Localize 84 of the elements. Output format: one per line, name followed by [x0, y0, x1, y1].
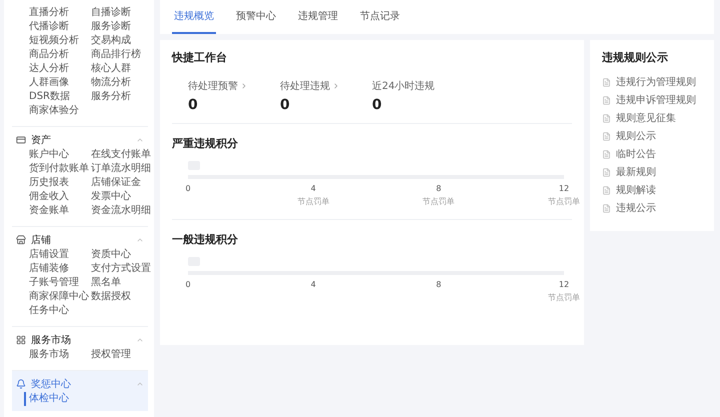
document-icon — [602, 114, 611, 122]
tick-label: 12 — [558, 184, 570, 193]
menu-item[interactable]: 商品分析 — [24, 48, 86, 62]
menu-item[interactable]: 佣金收入 — [24, 190, 86, 204]
menu-item[interactable]: 子账号管理 — [24, 276, 86, 290]
menu-item[interactable]: 资金账单 — [24, 204, 86, 218]
section-title: 严重违规积分 — [172, 136, 239, 151]
chevron-right-icon[interactable] — [240, 82, 248, 90]
section-title[interactable]: 店铺 — [31, 232, 131, 246]
tick-label: 4 — [310, 280, 316, 289]
document-icon — [602, 204, 611, 212]
menu-item[interactable]: 体检中心 — [24, 392, 86, 406]
menu-item[interactable]: 服务诊断 — [86, 20, 148, 34]
section-title[interactable]: 资产 — [31, 132, 131, 146]
document-icon — [602, 78, 611, 86]
menu-item[interactable]: 达人分析 — [24, 62, 86, 76]
document-icon — [602, 186, 611, 194]
stat-label[interactable]: 近24小时违规 — [372, 79, 435, 93]
menu-item[interactable]: 店铺装修 — [24, 262, 86, 276]
rule-link[interactable]: 规则公示 — [616, 129, 656, 143]
tick-label: 0 — [185, 280, 191, 289]
menu-item[interactable]: 交易构成 — [86, 34, 148, 48]
menu-item[interactable]: 商品排行榜 — [86, 48, 148, 62]
menu-item[interactable]: 任务中心 — [24, 304, 86, 318]
tick-label: 8 — [436, 280, 442, 289]
section-title: 违规规则公示 — [602, 50, 669, 65]
menu-item[interactable]: 资金流水明细 — [86, 204, 148, 218]
document-icon — [602, 168, 611, 176]
menu-item[interactable]: 商家体验分 — [24, 104, 86, 118]
section-title[interactable]: 奖惩中心 — [31, 376, 131, 390]
tick-label: 0 — [185, 184, 191, 193]
section-title: 快捷工作台 — [172, 50, 228, 65]
menu-item[interactable]: 资质中心 — [86, 248, 148, 262]
stat-label[interactable]: 待处理违规 — [280, 79, 330, 93]
rule-link[interactable]: 临时公告 — [616, 147, 656, 161]
menu-item[interactable]: 店铺设置 — [24, 248, 86, 262]
tick-note: 节点罚单 — [422, 196, 455, 207]
rule-link[interactable]: 违规行为管理规则 — [616, 75, 696, 89]
rule-link[interactable]: 违规申诉管理规则 — [616, 93, 696, 107]
grid-icon — [16, 334, 26, 344]
tick-note: 节点罚单 — [548, 196, 580, 207]
menu-item[interactable]: 发票中心 — [86, 190, 148, 204]
menu-item[interactable]: 代播诊断 — [24, 20, 86, 34]
bell-icon — [16, 378, 26, 388]
menu-item[interactable]: 自播诊断 — [86, 6, 148, 20]
menu-item[interactable]: 服务分析 — [86, 90, 148, 104]
menu-item[interactable]: 支付方式设置 — [86, 262, 148, 276]
menu-item[interactable]: 人群画像 — [24, 76, 86, 90]
stat-value: 0 — [372, 97, 383, 113]
menu-item[interactable]: 账户中心 — [24, 148, 86, 162]
menu-item[interactable]: 店铺保证金 — [86, 176, 148, 190]
document-icon — [602, 150, 611, 158]
menu-item[interactable]: 直播分析 — [24, 6, 86, 20]
tick-label: 12 — [558, 280, 570, 289]
rule-link[interactable]: 最新规则 — [616, 165, 656, 179]
rule-link[interactable]: 规则解读 — [616, 183, 656, 197]
section-title[interactable]: 服务市场 — [31, 332, 131, 346]
menu-item[interactable]: 核心人群 — [86, 62, 148, 76]
tab[interactable]: 违规概览 — [172, 9, 216, 34]
tick-label: 4 — [310, 184, 316, 193]
shop-icon — [16, 234, 26, 244]
menu-item[interactable]: 黑名单 — [86, 276, 148, 290]
stat-label[interactable]: 待处理预警 — [188, 79, 238, 93]
menu-item[interactable]: 物流分析 — [86, 76, 148, 90]
rule-link[interactable]: 违规公示 — [616, 201, 656, 215]
tick-note: 节点罚单 — [548, 292, 580, 303]
tab[interactable]: 预警中心 — [234, 9, 278, 34]
stat-value: 0 — [188, 97, 199, 113]
chevron-right-icon[interactable] — [332, 82, 340, 90]
tick-note: 节点罚单 — [297, 196, 330, 207]
stat-value: 0 — [280, 97, 291, 113]
menu-item[interactable]: 服务市场 — [24, 348, 86, 362]
section-title: 一般违规积分 — [172, 232, 239, 247]
rule-link[interactable]: 规则意见征集 — [616, 111, 676, 125]
tick-label: 8 — [436, 184, 442, 193]
document-icon — [602, 132, 611, 140]
tab[interactable]: 违规管理 — [296, 9, 340, 34]
card-icon — [16, 134, 26, 144]
document-icon — [602, 96, 611, 104]
tab[interactable]: 节点记录 — [358, 9, 402, 34]
menu-item[interactable]: 短视频分析 — [24, 34, 86, 48]
menu-item[interactable]: DSR数据 — [24, 90, 86, 104]
menu-item[interactable]: 授权管理 — [86, 348, 148, 362]
menu-item[interactable]: 历史报表 — [24, 176, 86, 190]
